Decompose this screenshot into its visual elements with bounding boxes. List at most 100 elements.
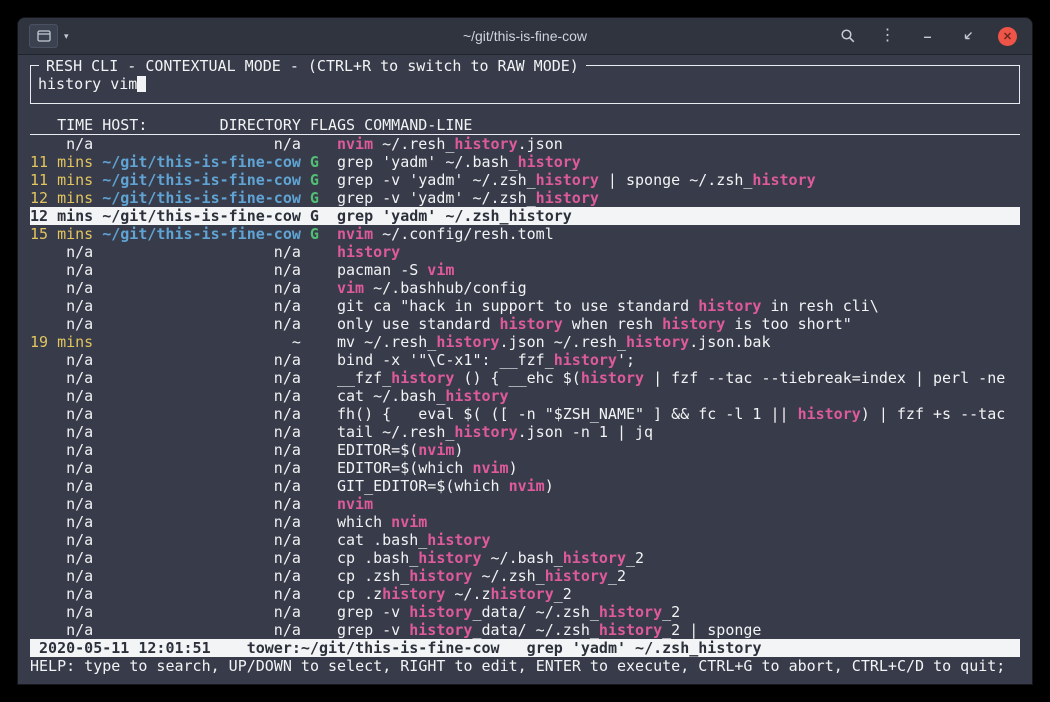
- row-time: n/a: [30, 315, 93, 333]
- row-flags: G: [310, 153, 337, 171]
- row-time: n/a: [30, 477, 93, 495]
- history-row[interactable]: n/an/agit ca "hack in support to use sta…: [30, 297, 1020, 315]
- history-row[interactable]: n/an/awhich nvim: [30, 513, 1020, 531]
- resh-search-box: RESH CLI - CONTEXTUAL MODE - (CTRL+R to …: [30, 65, 1020, 104]
- history-row[interactable]: 19 mins~mv ~/.resh_history.json ~/.resh_…: [30, 333, 1020, 351]
- row-command: cat .bash_history: [337, 531, 1020, 549]
- header-directory: DIRECTORY: [220, 116, 301, 134]
- row-time: n/a: [30, 351, 93, 369]
- window-icon: [37, 30, 51, 42]
- row-time: n/a: [30, 621, 93, 639]
- history-row[interactable]: n/an/anvim ~/.resh_history.json: [30, 135, 1020, 153]
- row-host-dir: n/a: [102, 441, 301, 459]
- status-host-dir: tower:~/git/this-is-fine-cow: [247, 639, 500, 657]
- row-time: n/a: [30, 405, 93, 423]
- history-row[interactable]: 12 mins~/git/this-is-fine-cowGgrep -v 'y…: [30, 189, 1020, 207]
- row-host-dir: n/a: [102, 567, 301, 585]
- history-row[interactable]: n/an/aGIT_EDITOR=$(which nvim): [30, 477, 1020, 495]
- history-list: TIME HOST:DIRECTORY FLAGS COMMAND-LINE n…: [30, 116, 1020, 639]
- history-row[interactable]: n/an/acp .bash_history ~/.bash_history_2: [30, 549, 1020, 567]
- row-host-dir: n/a: [102, 531, 301, 549]
- row-time: 11 mins: [30, 171, 93, 189]
- row-command: tail ~/.resh_history.json -n 1 | jq: [337, 423, 1020, 441]
- row-host-dir: n/a: [102, 549, 301, 567]
- row-command: only use standard history when resh hist…: [337, 315, 1020, 333]
- row-command: bind -x '"\C-x1": __fzf_history';: [337, 351, 1020, 369]
- help-line: HELP: type to search, UP/DOWN to select,…: [30, 657, 1020, 675]
- history-row[interactable]: n/a n/a cp .zsh_history ~/.zsh_history_2: [30, 567, 1020, 585]
- row-time: 11 mins: [30, 153, 93, 171]
- history-row[interactable]: n/a n/a EDITOR=$(nvim): [30, 441, 1020, 459]
- row-time: n/a: [30, 261, 93, 279]
- history-row[interactable]: 11 mins ~/git/this-is-fine-cow Ggrep 'yadm…: [30, 153, 1020, 171]
- history-row[interactable]: n/an/anvim: [30, 495, 1020, 513]
- row-time: n/a: [30, 243, 93, 261]
- history-row[interactable]: n/an/agrep -v history_data/ ~/.zsh_histo…: [30, 621, 1020, 639]
- row-flags: G: [310, 171, 337, 189]
- history-row-selected[interactable]: 12 mins~/git/this-is-fine-cowGgrep 'yadm…: [30, 207, 1020, 225]
- row-command: fh() { eval $( ([ -n "$ZSH_NAME" ] && fc…: [337, 405, 1020, 423]
- history-row[interactable]: n/an/avim ~/.bashhub/config: [30, 279, 1020, 297]
- row-time: n/a: [30, 441, 93, 459]
- new-terminal-button[interactable]: [29, 24, 58, 48]
- restore-button[interactable]: [958, 27, 977, 46]
- menu-kebab-icon[interactable]: ⋮: [878, 27, 897, 46]
- row-host-dir: n/a: [102, 603, 301, 621]
- header-command: COMMAND-LINE: [364, 116, 1020, 134]
- row-time: n/a: [30, 603, 93, 621]
- history-row[interactable]: n/an/acat .bash_history: [30, 531, 1020, 549]
- chevron-down-icon[interactable]: ▾: [64, 31, 69, 42]
- row-command: history: [337, 243, 1020, 261]
- history-row[interactable]: n/an/a__fzf_history () { __ehc $(history…: [30, 369, 1020, 387]
- row-command: pacman -S vim: [337, 261, 1020, 279]
- row-host-dir: ~/git/this-is-fine-cow: [102, 153, 301, 171]
- history-row[interactable]: n/an/aonly use standard history when res…: [30, 315, 1020, 333]
- close-button[interactable]: ✕: [998, 27, 1017, 46]
- row-host-dir: ~/git/this-is-fine-cow: [102, 207, 301, 225]
- row-time: n/a: [30, 297, 93, 315]
- history-row[interactable]: n/an/acat ~/.bash_history: [30, 387, 1020, 405]
- row-command: git ca "hack in support to use standard …: [337, 297, 1020, 315]
- history-row[interactable]: n/a n/a history: [30, 243, 1020, 261]
- history-row[interactable]: 15 mins~/git/this-is-fine-cowGnvim ~/.co…: [30, 225, 1020, 243]
- row-command: grep 'yadm' ~/.bash_history: [337, 153, 1020, 171]
- history-row[interactable]: n/an/atail ~/.resh_history.json -n 1 | j…: [30, 423, 1020, 441]
- row-host-dir: n/a: [102, 279, 301, 297]
- row-host-dir: ~/git/this-is-fine-cow: [102, 225, 301, 243]
- row-command: EDITOR=$(nvim): [337, 441, 1020, 459]
- row-command: nvim: [337, 495, 1020, 513]
- history-row[interactable]: 11 mins ~/git/this-is-fine-cow Ggrep -v 'y…: [30, 171, 1020, 189]
- row-command: GIT_EDITOR=$(which nvim): [337, 477, 1020, 495]
- row-time: 15 mins: [30, 225, 93, 243]
- row-time: n/a: [30, 567, 93, 585]
- row-host-dir: n/a: [102, 369, 301, 387]
- row-command: cp .zhistory ~/.zhistory_2: [337, 585, 1020, 603]
- terminal-window: ▾ ~/git/this-is-fine-cow ⋮ – ✕ RESH CLI …: [18, 18, 1032, 684]
- row-host-dir: n/a: [102, 585, 301, 603]
- row-command: cp .zsh_history ~/.zsh_history_2: [337, 567, 1020, 585]
- history-row[interactable]: n/a n/a bind -x '"\C-x1": __fzf_history';: [30, 351, 1020, 369]
- row-time: n/a: [30, 549, 93, 567]
- minimize-button[interactable]: –: [918, 27, 937, 46]
- row-host-dir: n/a: [102, 351, 301, 369]
- history-row[interactable]: n/a n/a cp .zhistory ~/.zhistory_2: [30, 585, 1020, 603]
- history-row[interactable]: n/an/agrep -v history_data/ ~/.zsh_histo…: [30, 603, 1020, 621]
- row-command: which nvim: [337, 513, 1020, 531]
- row-host-dir: n/a: [102, 243, 301, 261]
- history-row[interactable]: n/an/aEDITOR=$(which nvim): [30, 459, 1020, 477]
- row-command: cat ~/.bash_history: [337, 387, 1020, 405]
- history-row[interactable]: n/an/afh() { eval $( ([ -n "$ZSH_NAME" ]…: [30, 405, 1020, 423]
- row-time: n/a: [30, 585, 93, 603]
- status-command: grep 'yadm' ~/.zsh_history: [527, 639, 762, 657]
- header-host-directory: HOST:DIRECTORY: [102, 116, 301, 134]
- row-flags: G: [310, 189, 337, 207]
- row-host-dir: n/a: [102, 387, 301, 405]
- row-host-dir: ~/git/this-is-fine-cow: [102, 171, 301, 189]
- row-command: nvim ~/.resh_history.json: [337, 135, 1020, 153]
- row-time: n/a: [30, 459, 93, 477]
- row-command: grep -v 'yadm' ~/.zsh_history | sponge ~…: [337, 171, 1020, 189]
- search-icon[interactable]: [838, 27, 857, 46]
- terminal-content: RESH CLI - CONTEXTUAL MODE - (CTRL+R to …: [18, 55, 1032, 684]
- row-time: n/a: [30, 135, 93, 153]
- history-row[interactable]: n/an/apacman -S vim: [30, 261, 1020, 279]
